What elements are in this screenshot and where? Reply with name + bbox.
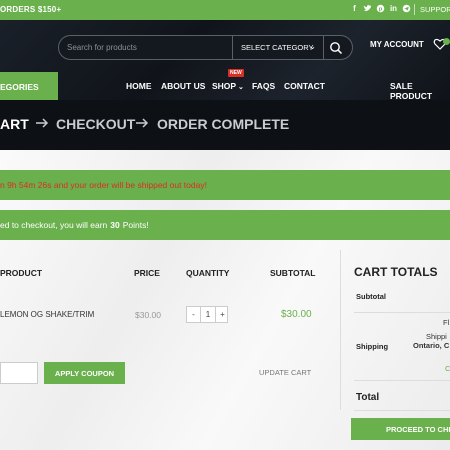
nav-shop-label: SHOP: [212, 81, 237, 91]
change-address-link[interactable]: C: [445, 364, 450, 373]
chevron-down-icon: ⌄: [309, 42, 316, 51]
points-text: ed to checkout, you will earn: [0, 220, 108, 230]
nav-shop[interactable]: SHOP ⌄: [212, 81, 244, 91]
col-price: PRICE: [134, 268, 160, 278]
telegram-icon[interactable]: [402, 4, 411, 14]
twitter-icon[interactable]: [363, 4, 372, 14]
nav-faqs[interactable]: FAQS: [252, 81, 275, 91]
promo-text: ORDERS $150+: [0, 5, 62, 14]
update-cart-button[interactable]: UPDATE CART: [259, 368, 311, 377]
nav-about-us[interactable]: ABOUT US: [161, 81, 205, 91]
points-notice: ed to checkout, you will earn 30 Points!: [0, 210, 450, 240]
total-label: Total: [356, 392, 380, 403]
nav-home[interactable]: HOME: [126, 81, 152, 91]
totals-row-divider: [354, 380, 450, 381]
shipping-countdown-notice: n 9h 54m 26s and your order will be ship…: [0, 170, 450, 200]
step-checkout[interactable]: CHECKOUT: [56, 116, 135, 132]
search-input[interactable]: Search for products: [67, 43, 137, 52]
topbar-divider: [414, 4, 415, 15]
chevron-down-icon: ⌄: [236, 84, 244, 91]
subtotal-label: Subtotal: [356, 292, 386, 301]
quantity-stepper[interactable]: - 1 +: [186, 306, 228, 323]
cart-content: n 9h 54m 26s and your order will be ship…: [0, 150, 450, 450]
wishlist-count-badge: [443, 38, 450, 45]
svg-text:p: p: [379, 7, 383, 13]
quantity-input[interactable]: 1: [201, 310, 215, 319]
category-select-label: SELECT CATEGORY: [241, 43, 314, 52]
apply-coupon-button[interactable]: APPLY COUPON: [44, 362, 125, 384]
search-icon[interactable]: [329, 41, 343, 55]
new-badge: NEW: [228, 69, 244, 77]
social-links: f p in: [350, 4, 411, 14]
top-promo-bar: ORDERS $150+ f p in SUPPORT: [0, 0, 450, 20]
shipping-region: Ontario, C: [413, 341, 450, 350]
my-account-link[interactable]: MY ACCOUNT: [370, 40, 424, 49]
line-subtotal: $30.00: [281, 309, 312, 320]
support-link[interactable]: SUPPORT: [420, 5, 450, 14]
site-header: Search for products SELECT CATEGORY ⌄ MY…: [0, 20, 450, 101]
checkout-steps: ART CHECKOUT ORDER COMPLETE: [0, 100, 450, 150]
points-value: 30: [110, 220, 120, 230]
totals-row-divider: [354, 312, 450, 313]
points-suffix: Points!: [122, 220, 149, 230]
search-bar: Search for products SELECT CATEGORY ⌄: [58, 35, 353, 60]
col-quantity: QUANTITY: [186, 268, 230, 278]
totals-divider: [340, 250, 341, 410]
product-name-link[interactable]: LEMON OG SHAKE/TRIM: [0, 310, 94, 319]
totals-row-divider: [354, 410, 450, 411]
category-select[interactable]: SELECT CATEGORY ⌄: [232, 36, 324, 59]
quantity-increase-button[interactable]: +: [215, 307, 229, 322]
shipping-label: Shipping: [356, 342, 389, 351]
col-subtotal: SUBTOTAL: [270, 268, 316, 278]
facebook-icon[interactable]: f: [350, 4, 359, 14]
step-cart[interactable]: ART: [0, 116, 29, 132]
coupon-code-input[interactable]: [0, 362, 38, 384]
nav-sale-products[interactable]: SALE PRODUCT: [390, 81, 450, 101]
arrow-right-icon: [36, 118, 49, 128]
step-order-complete: ORDER COMPLETE: [157, 116, 290, 132]
browse-categories-button[interactable]: EGORIES: [0, 72, 58, 100]
product-price: $30.00: [135, 310, 161, 320]
col-product: PRODUCT: [0, 268, 43, 278]
shipping-destination-text: Shippi: [426, 332, 447, 341]
nav-contact[interactable]: CONTACT: [284, 81, 325, 91]
linkedin-icon[interactable]: in: [389, 4, 398, 14]
proceed-to-checkout-button[interactable]: PROCEED TO CHECKOUT: [351, 418, 450, 440]
arrow-right-icon: [136, 118, 149, 128]
pinterest-icon[interactable]: p: [376, 4, 385, 14]
quantity-decrease-button[interactable]: -: [187, 307, 201, 322]
cart-totals-title: CART TOTALS: [354, 265, 438, 279]
shipping-option: Fl: [443, 318, 450, 327]
